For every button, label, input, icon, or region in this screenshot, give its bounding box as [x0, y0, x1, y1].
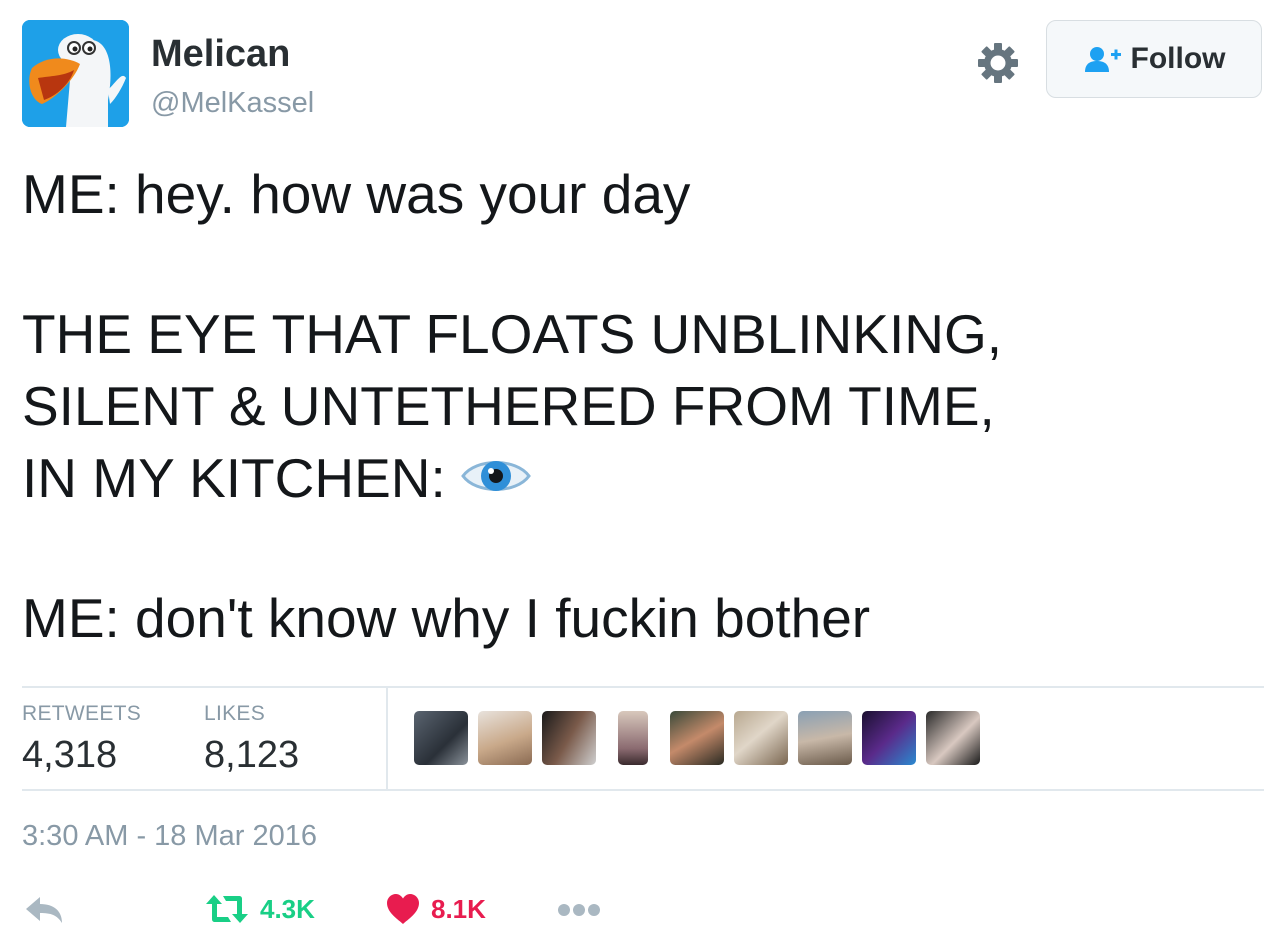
user-handle[interactable]: @MelKassel	[151, 87, 314, 120]
tweet-line: SILENT & UNTETHERED FROM TIME,	[22, 375, 995, 437]
likes-value: 8,123	[204, 734, 300, 776]
tweet-line: ME: hey. how was your day	[22, 163, 691, 225]
retweet-icon	[206, 895, 248, 923]
display-name[interactable]: Melican	[151, 33, 290, 76]
more-options-button[interactable]	[557, 903, 601, 917]
like-button[interactable]: 8.1K	[385, 893, 486, 925]
heart-icon	[387, 894, 419, 924]
retweet-count: 4.3K	[260, 893, 315, 924]
tweet-line-with-emoji: IN MY KITCHEN:	[22, 442, 1252, 514]
liker-avatar[interactable]	[926, 711, 980, 765]
like-count: 8.1K	[431, 893, 486, 924]
tweet-text: ME: hey. how was your day THE EYE THAT F…	[22, 158, 1252, 654]
liker-avatar[interactable]	[734, 711, 788, 765]
more-dots-icon	[558, 904, 600, 916]
tweet-line: THE EYE THAT FLOATS UNBLINKING,	[22, 303, 1003, 365]
tweet-line: IN MY KITCHEN:	[22, 447, 446, 509]
liker-avatars	[414, 711, 980, 765]
retweet-button[interactable]: 4.3K	[204, 893, 315, 925]
divider	[22, 789, 1264, 791]
follow-label: Follow	[1130, 42, 1226, 75]
liker-avatar[interactable]	[618, 711, 648, 765]
gear-icon[interactable]	[975, 40, 1021, 86]
divider	[22, 686, 1264, 688]
liker-avatar[interactable]	[798, 711, 852, 765]
liker-avatar[interactable]	[414, 711, 468, 765]
eye-icon	[460, 461, 531, 492]
likes-label: LIKES	[204, 702, 266, 725]
pelican-avatar-image	[22, 20, 129, 127]
reply-icon	[26, 897, 62, 923]
liker-avatar[interactable]	[862, 711, 916, 765]
tweet-line: ME: don't know why I fuckin bother	[22, 587, 871, 649]
add-user-icon	[1084, 47, 1121, 72]
retweets-label: RETWEETS	[22, 702, 142, 725]
follow-button[interactable]: Follow	[1046, 20, 1262, 98]
likes-stat[interactable]: LIKES 8,123	[204, 702, 299, 777]
liker-avatar[interactable]	[542, 711, 596, 765]
stats-separator	[386, 686, 388, 790]
avatar[interactable]	[22, 20, 129, 127]
liker-avatar[interactable]	[478, 711, 532, 765]
timestamp[interactable]: 3:30 AM - 18 Mar 2016	[22, 820, 317, 853]
retweets-stat[interactable]: RETWEETS 4,318	[22, 702, 141, 777]
liker-avatar[interactable]	[670, 711, 724, 765]
retweets-value: 4,318	[22, 734, 118, 776]
reply-button[interactable]	[24, 895, 64, 925]
